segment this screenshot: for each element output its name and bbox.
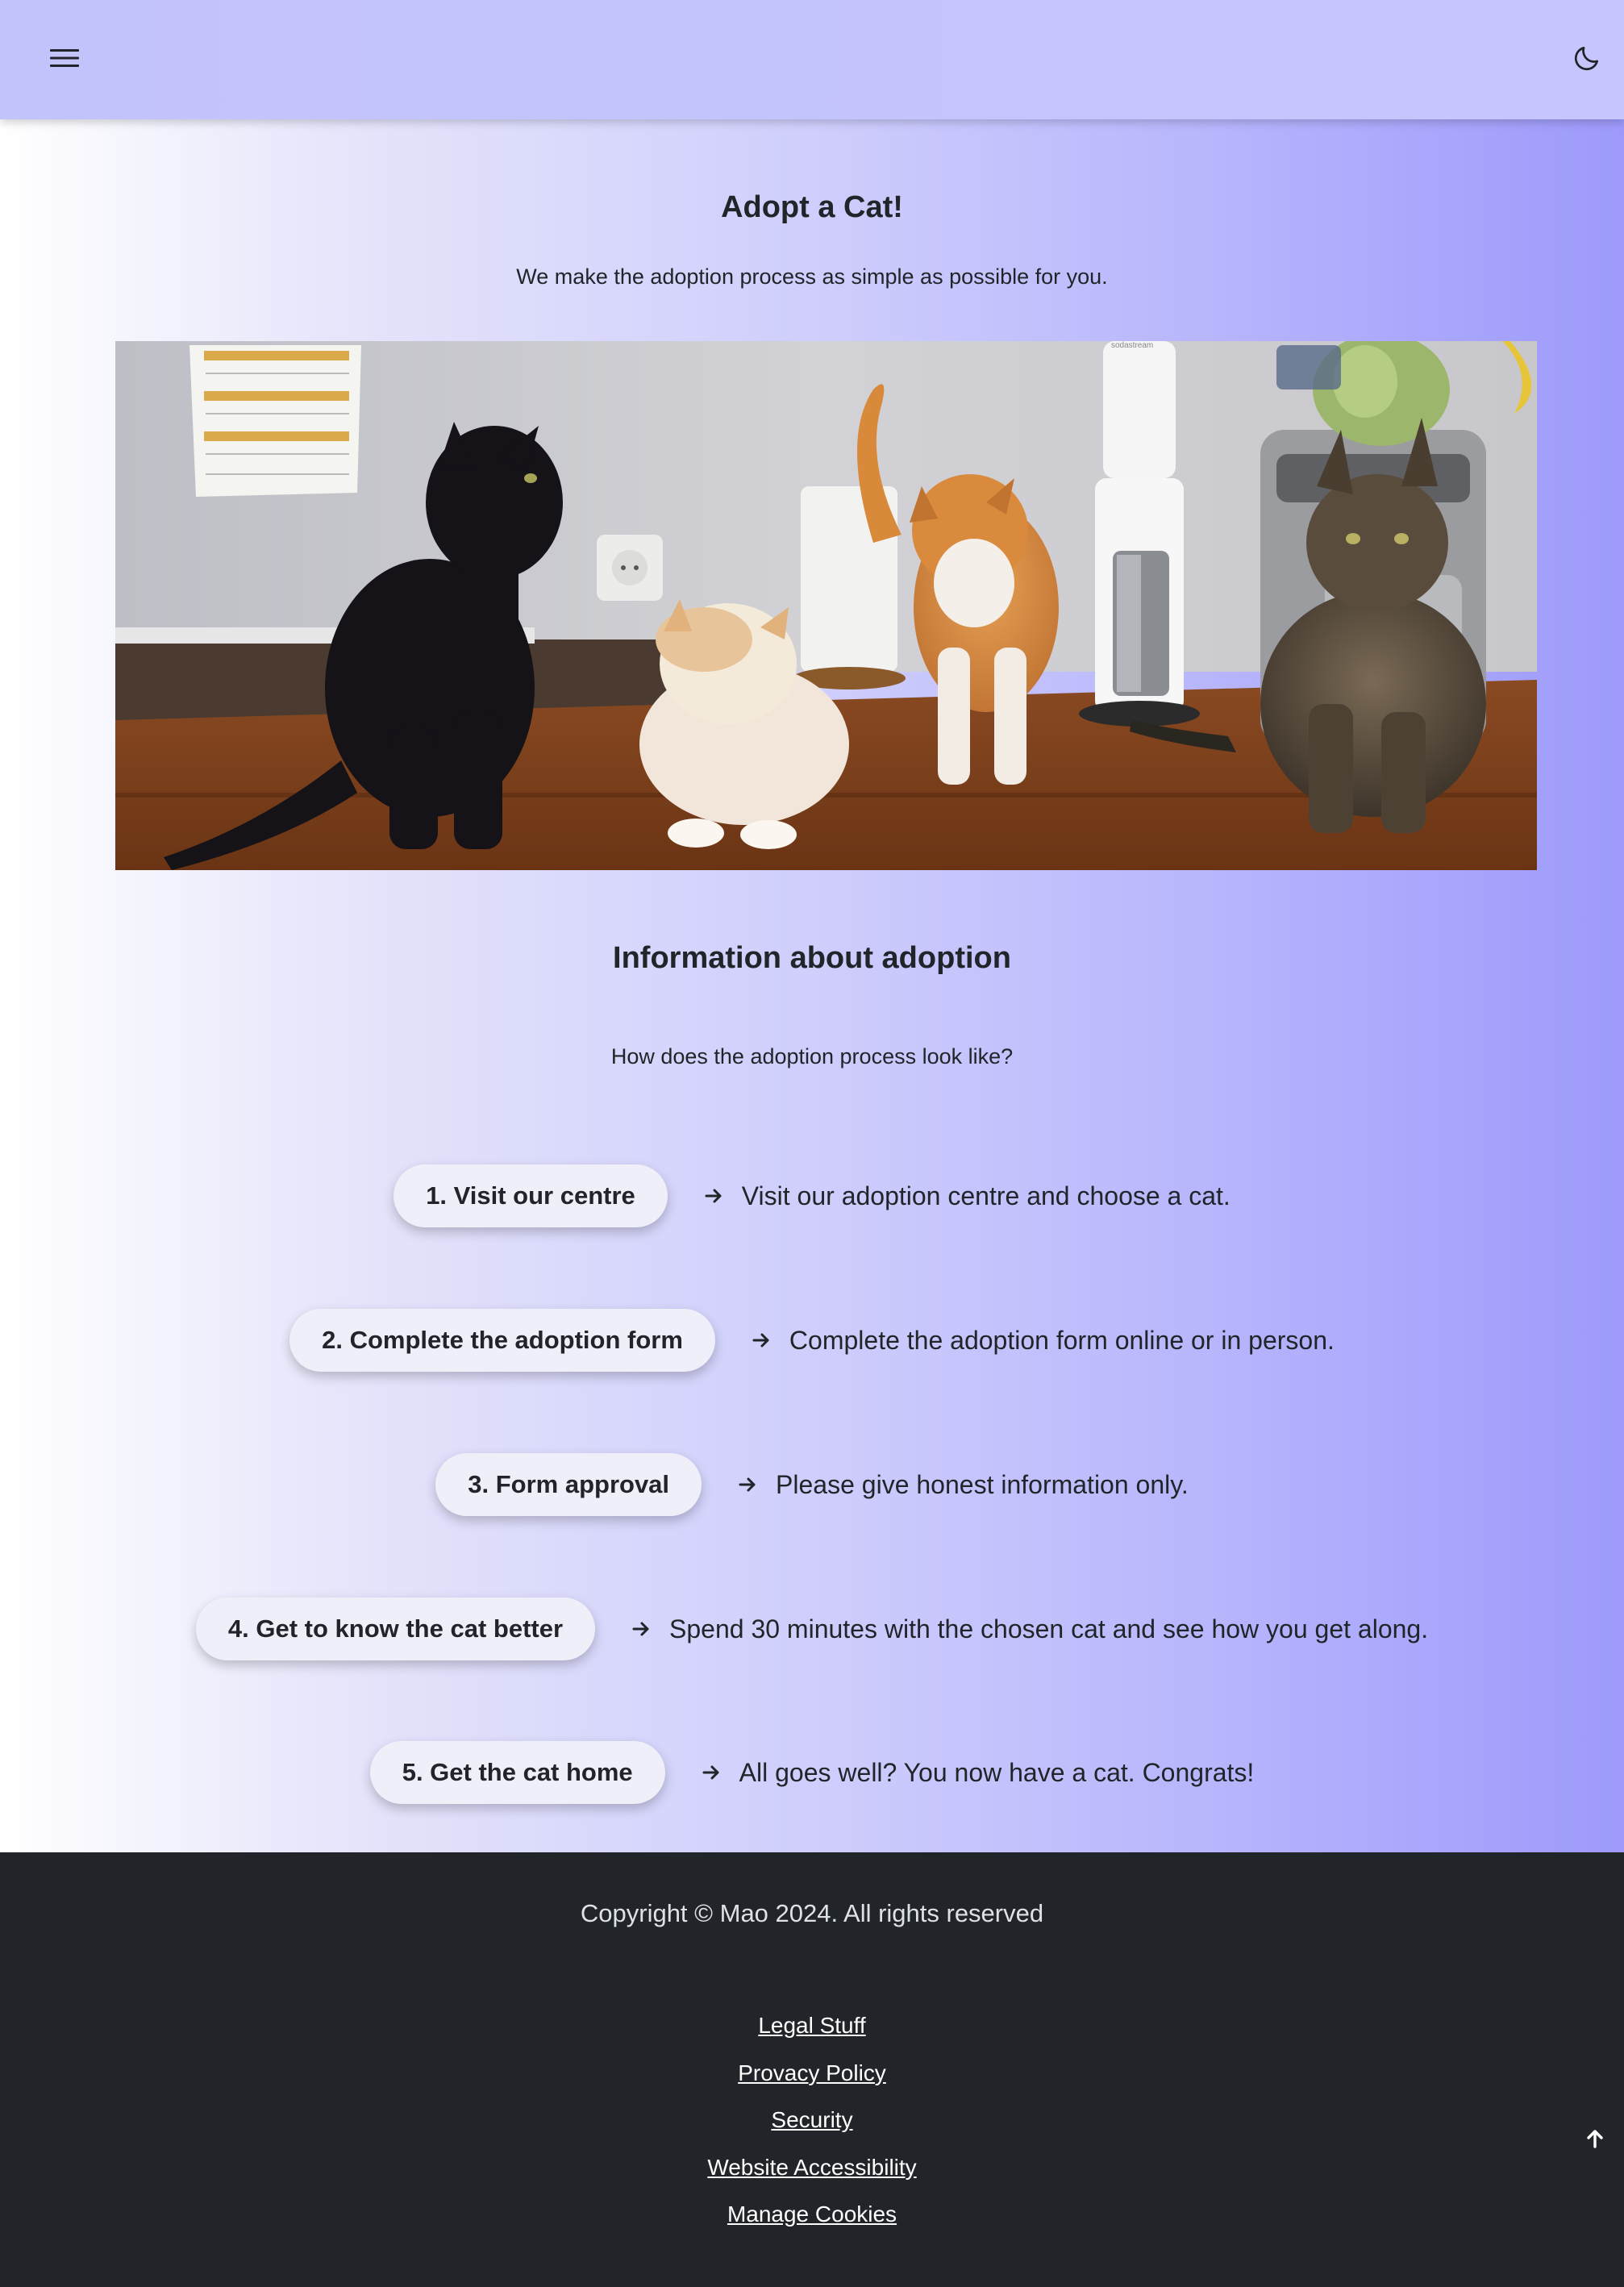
info-title: Information about adoption: [613, 941, 1011, 975]
arrow-right-icon: [752, 1331, 772, 1350]
arrow-right-icon: [632, 1619, 652, 1639]
menu-button[interactable]: [40, 35, 89, 84]
footer-link-cookies[interactable]: Manage Cookies: [0, 2202, 1624, 2250]
adoption-step: 1. Visit our centre Visit our adoption c…: [0, 1164, 1624, 1227]
moon-icon: [1572, 43, 1602, 77]
page-subtitle: We make the adoption process as simple a…: [516, 265, 1108, 289]
adoption-step: 3. Form approval Please give honest info…: [0, 1453, 1624, 1516]
info-subtitle: How does the adoption process look like?: [610, 1044, 1014, 1069]
step-description: Please give honest information only.: [776, 1469, 1189, 1499]
theme-toggle-button[interactable]: [1563, 35, 1611, 84]
hamburger-menu-icon: [50, 47, 79, 73]
adoption-step: 2. Complete the adoption form Complete t…: [0, 1309, 1624, 1372]
footer: Copyright © Mao 2024. All rights reserve…: [0, 1852, 1624, 2287]
copyright-text: Copyright © Mao 2024. All rights reserve…: [580, 1899, 1044, 1927]
adoption-step: 4. Get to know the cat better Spend 30 m…: [0, 1598, 1624, 1660]
step-button[interactable]: 2. Complete the adoption form: [289, 1309, 715, 1372]
step-description: Spend 30 minutes with the chosen cat and…: [669, 1614, 1429, 1643]
footer-link-accessibility[interactable]: Website Accessibility: [0, 2155, 1624, 2203]
step-description: Visit our adoption centre and choose a c…: [741, 1181, 1230, 1210]
arrow-right-icon: [702, 1763, 722, 1782]
arrow-right-icon: [739, 1475, 758, 1494]
scroll-to-top-button[interactable]: [1579, 2124, 1611, 2156]
hero-cats-image: sodastream: [115, 341, 1537, 870]
footer-link-privacy[interactable]: Provacy Policy: [0, 2060, 1624, 2109]
arrow-up-icon: [1586, 2129, 1604, 2152]
sodastream-logo-text: sodastream: [1111, 341, 1153, 350]
arrow-right-icon: [705, 1186, 724, 1206]
step-button[interactable]: 5. Get the cat home: [369, 1741, 665, 1804]
top-navbar: [0, 0, 1624, 119]
footer-link-legal[interactable]: Legal Stuff: [0, 2014, 1624, 2061]
footer-link-security[interactable]: Security: [0, 2108, 1624, 2156]
step-description: Complete the adoption form online or in …: [789, 1325, 1335, 1355]
page-title: Adopt a Cat!: [721, 190, 903, 224]
step-button[interactable]: 1. Visit our centre: [394, 1164, 668, 1227]
step-button[interactable]: 4. Get to know the cat better: [195, 1598, 596, 1660]
footer-links: Legal Stuff Provacy Policy Security Webs…: [0, 2014, 1624, 2250]
adoption-step: 5. Get the cat home All goes well? You n…: [0, 1741, 1624, 1804]
step-button[interactable]: 3. Form approval: [435, 1453, 702, 1516]
step-description: All goes well? You now have a cat. Congr…: [739, 1757, 1255, 1787]
